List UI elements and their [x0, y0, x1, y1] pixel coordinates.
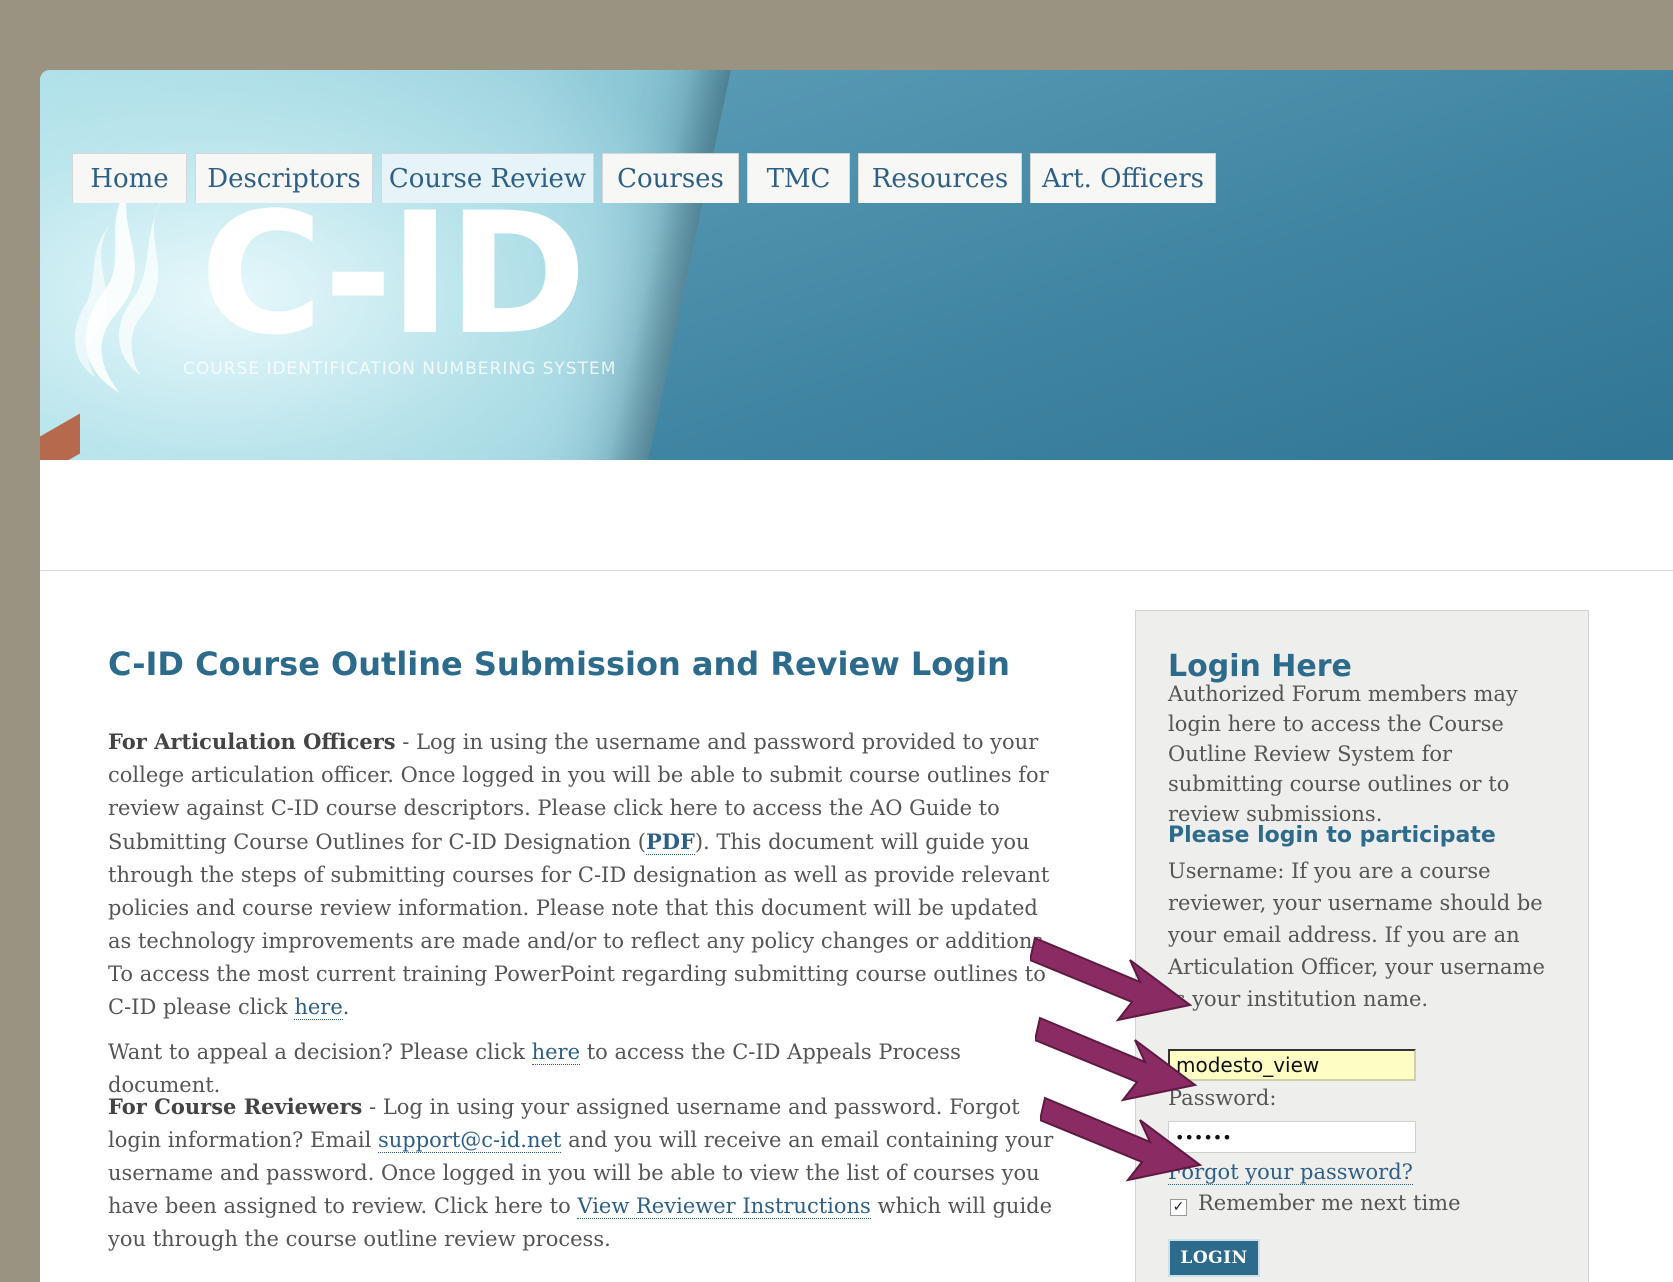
tab-resources[interactable]: Resources	[858, 153, 1022, 203]
course-reviewers-paragraph: For Course Reviewers - Log in using your…	[108, 1094, 1054, 1251]
reviewer-heading: For Course Reviewers	[108, 1094, 363, 1119]
page-title: C-ID Course Outline Submission and Revie…	[108, 645, 1010, 683]
ao-heading: For Articulation Officers	[108, 729, 396, 754]
username-field[interactable]	[1168, 1049, 1416, 1081]
tab-course-review[interactable]: Course Review	[381, 153, 594, 203]
login-intro: Authorized Forum members may login here …	[1168, 682, 1518, 826]
tab-home[interactable]: Home	[72, 153, 187, 203]
ao-pdf-link[interactable]: PDF	[645, 829, 695, 855]
tab-courses[interactable]: Courses	[602, 153, 739, 203]
checkmark-icon: ✓	[1172, 1199, 1185, 1215]
articulation-officers-paragraph: For Articulation Officers - Log in using…	[108, 729, 1050, 1020]
logo-wordmark: C-ID	[200, 176, 587, 372]
tab-descriptors[interactable]: Descriptors	[195, 153, 373, 203]
remember-me-checkbox[interactable]: ✓	[1170, 1199, 1187, 1216]
login-button[interactable]: LOGIN	[1168, 1239, 1260, 1277]
logo-subtitle: COURSE IDENTIFICATION NUMBERING SYSTEM	[183, 359, 617, 379]
remember-me-label: Remember me next time	[1198, 1191, 1461, 1215]
appeals-here-link[interactable]: here	[531, 1040, 581, 1065]
banner-monitor-image	[620, 70, 1673, 460]
main-nav: Home Descriptors Course Review Courses T…	[40, 153, 1673, 571]
tab-tmc[interactable]: TMC	[747, 153, 850, 203]
page-container: C-ID COURSE IDENTIFICATION NUMBERING SYS…	[40, 70, 1673, 1282]
tab-art-officers[interactable]: Art. Officers	[1030, 153, 1216, 203]
username-help: Username: If you are a course reviewer, …	[1168, 859, 1545, 1011]
header-banner: C-ID COURSE IDENTIFICATION NUMBERING SYS…	[40, 70, 1673, 460]
main-content: C-ID Course Outline Submission and Revie…	[40, 570, 1673, 1282]
support-email-link[interactable]: support@c-id.net	[377, 1128, 562, 1153]
arrow-icon	[1040, 1096, 1203, 1182]
reviewer-instructions-link[interactable]: View Reviewer Instructions	[577, 1194, 871, 1219]
login-subtitle: Please login to participate	[1168, 823, 1496, 848]
training-here-link[interactable]: here	[294, 995, 343, 1020]
